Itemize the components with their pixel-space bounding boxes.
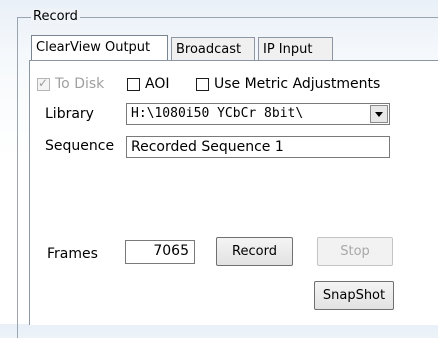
metric-adjustments-checkbox[interactable]: Use Metric Adjustments xyxy=(196,75,380,93)
sequence-input[interactable]: Recorded Sequence 1 xyxy=(126,136,390,158)
chevron-down-icon xyxy=(375,111,383,117)
record-button[interactable]: Record xyxy=(216,237,293,266)
tab-ip-input[interactable]: IP Input xyxy=(258,37,333,60)
library-value: H:\1080i50 YCbCr 8bit\ xyxy=(131,106,304,121)
snapshot-button[interactable]: SnapShot xyxy=(314,281,394,310)
library-label: Library xyxy=(45,106,94,122)
aoi-label: AOI xyxy=(145,76,170,92)
frames-label: Frames xyxy=(47,246,98,262)
aoi-check-box[interactable] xyxy=(127,77,140,91)
library-dropdown-button[interactable] xyxy=(370,105,388,123)
to-disk-label: To Disk xyxy=(55,76,105,92)
sequence-label: Sequence xyxy=(45,138,115,154)
frames-input[interactable]: 7065 xyxy=(125,240,195,264)
aoi-checkbox[interactable]: AOI xyxy=(127,75,169,93)
metric-check-box[interactable] xyxy=(196,77,209,91)
tab-broadcast[interactable]: Broadcast xyxy=(171,37,255,60)
to-disk-check-box[interactable]: ✓ xyxy=(37,75,50,91)
checkmark-icon: ✓ xyxy=(38,75,49,90)
to-disk-checkbox[interactable]: ✓ To Disk xyxy=(37,75,104,93)
record-group-title: Record xyxy=(31,9,80,25)
stop-button[interactable]: Stop xyxy=(317,237,393,266)
library-combobox[interactable]: H:\1080i50 YCbCr 8bit\ xyxy=(126,103,390,125)
metric-label: Use Metric Adjustments xyxy=(214,76,381,92)
tab-clearview-output[interactable]: ClearView Output xyxy=(31,35,168,60)
